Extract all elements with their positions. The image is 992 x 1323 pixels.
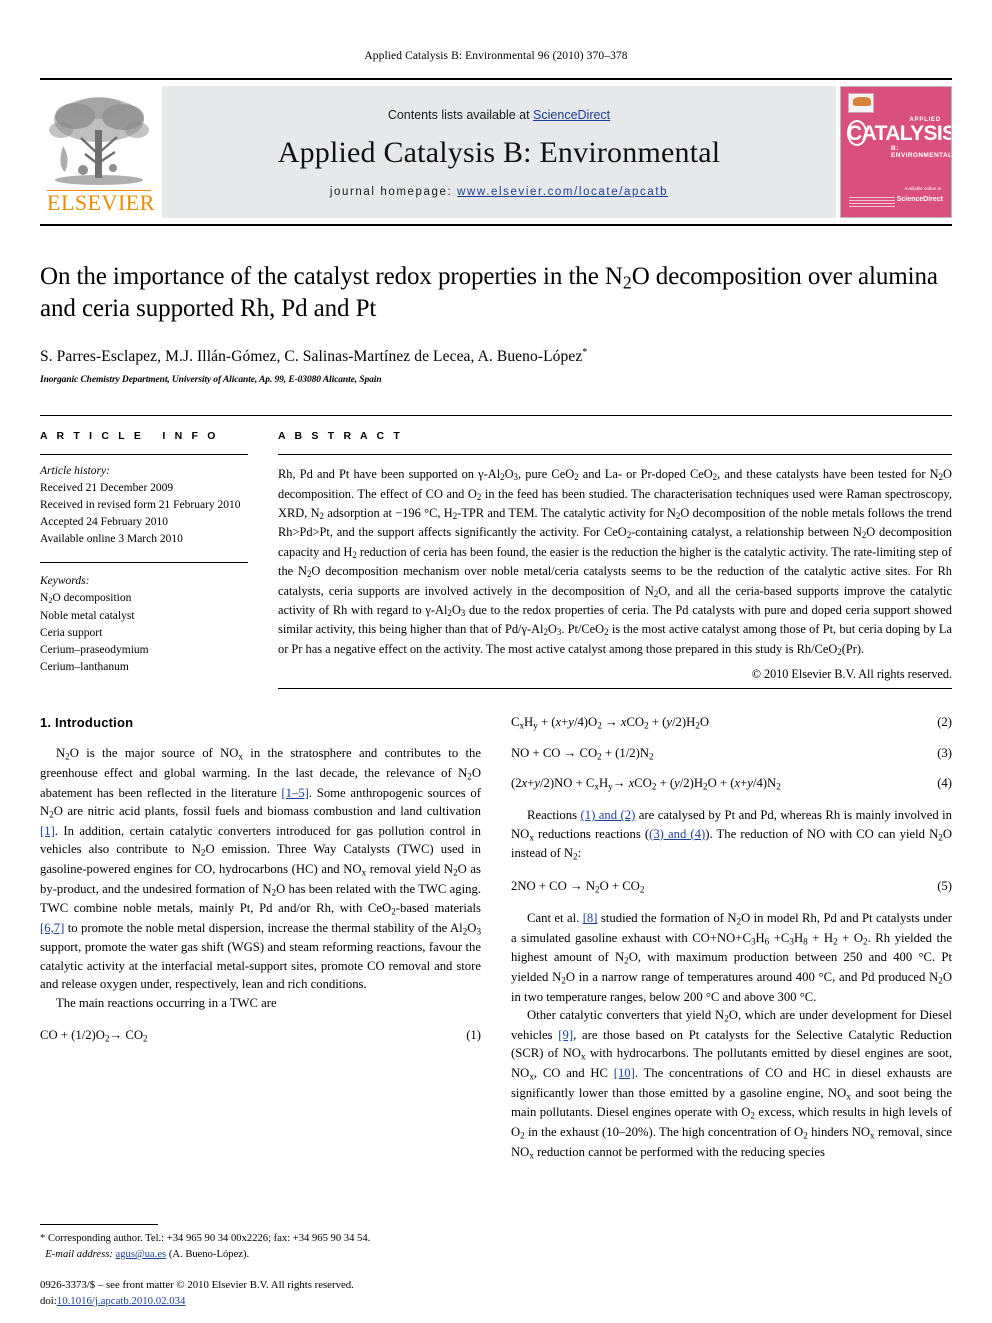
equation-5-body: 2NO + CO → N2O + CO2 xyxy=(511,878,645,895)
equation-3: NO + CO → CO2 + (1/2)N2 (3) xyxy=(511,746,952,761)
masthead-bottom-rule xyxy=(40,224,952,226)
section-heading-introduction: 1. Introduction xyxy=(40,715,134,731)
keywords-list: Keywords: N2O decomposition Noble metal … xyxy=(40,573,248,675)
contents-prefix: Contents lists available at xyxy=(387,108,534,122)
abstract-copyright: © 2010 Elsevier B.V. All rights reserved… xyxy=(751,667,952,682)
equation-2-body: CxHy + (x+y/4)O2 → xCO2 + (y/2)H2O xyxy=(511,715,709,731)
citation-link[interactable]: [10] xyxy=(614,1066,635,1080)
running-head: Applied Catalysis B: Environmental 96 (2… xyxy=(364,50,628,62)
abstract-text: Rh, Pd and Pt have been supported on γ-A… xyxy=(278,467,953,658)
homepage-label: journal homepage: xyxy=(329,186,453,198)
citation-link[interactable]: [1–5] xyxy=(281,786,308,800)
history-item: Received in revised form 21 February 201… xyxy=(40,499,241,512)
intro-paragraph-1: N2O is the major source of NOx in the st… xyxy=(40,746,482,992)
abstract-column: A B S T R A C T Rh, Pd and Pt have been … xyxy=(278,430,953,690)
equation-1-number: (1) xyxy=(466,1027,481,1042)
citation-link[interactable]: [8] xyxy=(583,911,598,925)
abstract-rule xyxy=(278,454,952,456)
equation-3-number: (3) xyxy=(937,745,952,760)
cover-subtitle: B: ENVIRONMENTAL xyxy=(891,145,952,159)
cover-main-title: CATALYSIS xyxy=(847,122,952,145)
affiliation: Inorganic Chemistry Department, Universi… xyxy=(40,375,382,386)
equation-1: CO + (1/2)O2→ CO2 (1) xyxy=(40,1028,481,1043)
keyword-item: N2O decomposition xyxy=(40,592,132,606)
citation-link[interactable]: [1] xyxy=(40,824,55,838)
keywords-rule xyxy=(40,562,248,564)
cover-sciencedirect-label: ScienceDirect xyxy=(896,196,943,203)
page-title: On the importance of the catalyst redox … xyxy=(40,263,938,323)
history-item: Accepted 24 February 2010 xyxy=(40,516,169,529)
abstract-heading: A B S T R A C T xyxy=(278,430,403,443)
keyword-item: Ceria support xyxy=(40,626,103,639)
elsevier-wordmark: ELSEVIER xyxy=(47,190,155,215)
author-list: S. Parres-Esclapez, M.J. Illán-Gómez, C.… xyxy=(40,346,588,366)
body-right-column: CxHy + (x+y/4)O2 → xCO2 + (y/2)H2O (2) N… xyxy=(511,715,952,1162)
doi-link[interactable]: 10.1016/j.apcatb.2010.02.034 xyxy=(57,1295,186,1307)
equation-2-number: (2) xyxy=(937,715,952,730)
journal-cover-thumbnail: APPLIED CATALYSIS B: ENVIRONMENTAL Avail… xyxy=(840,86,952,218)
journal-homepage-link[interactable]: www.elsevier.com/locate/apcatb xyxy=(457,186,668,198)
info-abstract-region: A R T I C L E I N F O Article history: R… xyxy=(40,415,953,690)
journal-homepage-line: journal homepage: www.elsevier.com/locat… xyxy=(330,186,668,198)
right-paragraph-2: Cant et al. [8] studied the formation of… xyxy=(511,911,953,1004)
page-footer: 0926-3373/$ – see front matter © 2010 El… xyxy=(40,1277,500,1309)
equation-4-body: (2x+y/2)NO + CxHy→ xCO2 + (y/2)H2O + (x+… xyxy=(511,775,781,792)
article-info-column: A R T I C L E I N F O Article history: R… xyxy=(40,430,248,689)
article-info-rule xyxy=(40,454,248,456)
footnote-rule xyxy=(40,1224,158,1226)
equation-1-body: CO + (1/2)O2→ CO2 xyxy=(40,1027,148,1043)
equation-2: CxHy + (x+y/4)O2 → xCO2 + (y/2)H2O (2) xyxy=(511,715,952,730)
issn-copyright-line: 0926-3373/$ – see front matter © 2010 El… xyxy=(40,1278,354,1291)
equation-5-number: (5) xyxy=(937,878,952,893)
article-history: Article history: Received 21 December 20… xyxy=(40,463,248,548)
doi-line: doi:10.1016/j.apcatb.2010.02.034 xyxy=(40,1293,500,1309)
article-page: Applied Catalysis B: Environmental 96 (2… xyxy=(0,0,992,1323)
email-link[interactable]: agus@ua.es xyxy=(116,1249,167,1260)
history-item: Available online 3 March 2010 xyxy=(40,533,183,546)
cover-availability-note: Available online at xyxy=(904,186,941,191)
equation-4-number: (4) xyxy=(937,775,952,790)
cover-elsevier-badge-icon xyxy=(848,93,874,113)
cover-footer-bars xyxy=(849,197,895,207)
journal-masthead: ELSEVIER Contents lists available at Sci… xyxy=(40,78,952,218)
sciencedirect-link[interactable]: ScienceDirect xyxy=(533,108,610,122)
contents-list-line: Contents lists available at ScienceDirec… xyxy=(388,108,610,122)
citation-link[interactable]: (3) and (4) xyxy=(649,827,705,841)
intro-paragraph-2: The main reactions occurring in a TWC ar… xyxy=(56,995,277,1010)
citation-link[interactable]: (1) and (2) xyxy=(581,808,636,822)
body-columns: 1. Introduction N2O is the major source … xyxy=(40,715,952,1162)
doi-label: doi: xyxy=(40,1294,57,1307)
keyword-item: Cerium–praseodymium xyxy=(40,643,149,656)
email-person: (A. Bueno-López). xyxy=(168,1249,250,1261)
equation-3-body: NO + CO → CO2 + (1/2)N2 xyxy=(511,745,654,761)
journal-band: Contents lists available at ScienceDirec… xyxy=(162,86,836,218)
keyword-item: Noble metal catalyst xyxy=(40,609,135,622)
title-block: On the importance of the catalyst redox … xyxy=(40,262,952,385)
keyword-item: Cerium–lanthanum xyxy=(40,660,129,673)
article-history-label: Article history: xyxy=(40,465,110,478)
email-label: E-mail address: xyxy=(45,1249,113,1261)
equation-4: (2x+y/2)NO + CxHy→ xCO2 + (y/2)H2O + (x+… xyxy=(511,776,952,791)
history-item: Received 21 December 2009 xyxy=(40,482,174,495)
corresponding-author-text: * Corresponding author. Tel.: +34 965 90… xyxy=(40,1233,371,1245)
elsevier-tree-icon xyxy=(49,97,149,185)
citation-link[interactable]: [6,7] xyxy=(40,921,64,935)
right-paragraph-1: Reactions (1) and (2) are catalysed by P… xyxy=(511,808,952,862)
corresponding-author-note: * Corresponding author. Tel.: +34 965 90… xyxy=(40,1231,476,1263)
abstract-end-rule xyxy=(278,688,952,690)
journal-title: Applied Catalysis B: Environmental xyxy=(277,136,721,169)
right-paragraph-3: Other catalytic converters that yield N2… xyxy=(511,1008,953,1160)
citation-link[interactable]: [9] xyxy=(558,1028,573,1042)
body-left-column: 1. Introduction N2O is the major source … xyxy=(40,715,481,1162)
elsevier-logo: ELSEVIER xyxy=(40,86,158,218)
keywords-label: Keywords: xyxy=(40,575,90,588)
footnote-block: * Corresponding author. Tel.: +34 965 90… xyxy=(40,1224,476,1263)
equation-5: 2NO + CO → N2O + CO2 (5) xyxy=(511,879,952,894)
article-info-heading: A R T I C L E I N F O xyxy=(40,430,219,443)
